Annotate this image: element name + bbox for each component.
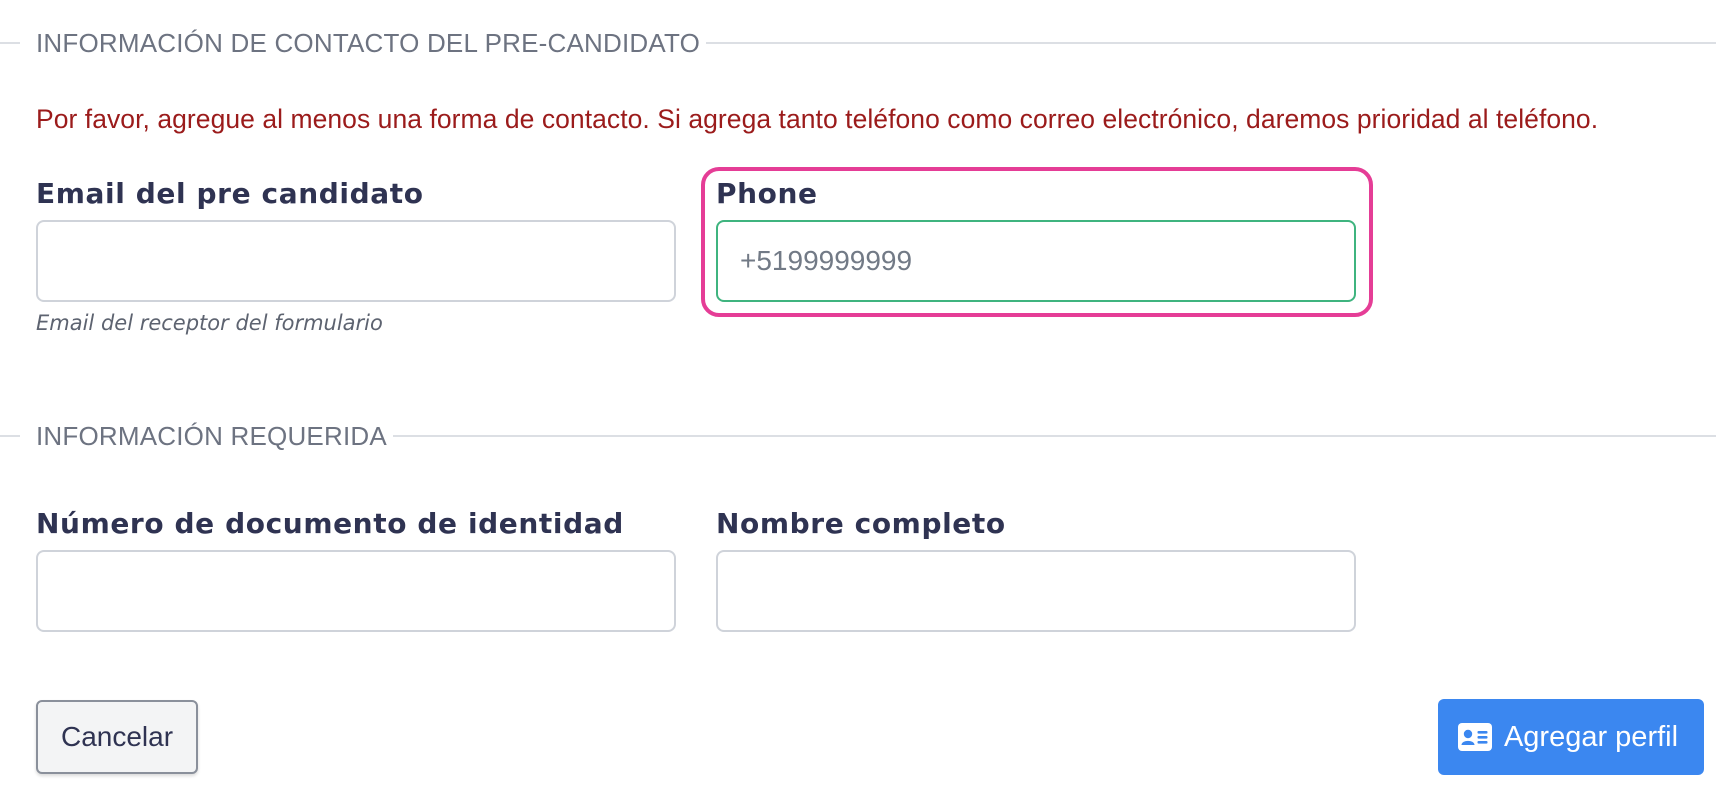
contact-section-header: INFORMACIÓN DE CONTACTO DEL PRE-CANDIDAT… [0, 22, 1716, 62]
divider-right [393, 435, 1716, 437]
cancel-button[interactable]: Cancelar [36, 700, 198, 774]
required-section-header: INFORMACIÓN REQUERIDA [0, 415, 1716, 455]
email-input[interactable] [36, 220, 676, 302]
id-card-icon [1457, 723, 1492, 751]
add-profile-label: Agregar perfil [1503, 720, 1679, 753]
contact-notice: Por favor, agregue al menos una forma de… [36, 104, 1599, 134]
document-label: Número de documento de identidad [36, 507, 624, 540]
email-label: Email del pre candidato [36, 177, 424, 210]
phone-label: Phone [716, 177, 818, 210]
phone-input[interactable] [716, 220, 1356, 302]
full-name-input[interactable] [716, 550, 1356, 632]
required-section-title: INFORMACIÓN REQUERIDA [36, 421, 387, 451]
add-profile-button[interactable]: Agregar perfil [1438, 699, 1704, 775]
divider-left [0, 435, 20, 437]
full-name-label: Nombre completo [716, 507, 1006, 540]
document-input[interactable] [36, 550, 676, 632]
email-hint: Email del receptor del formulario [36, 311, 383, 335]
divider-right [706, 42, 1716, 44]
contact-section-title: INFORMACIÓN DE CONTACTO DEL PRE-CANDIDAT… [36, 28, 701, 58]
divider-left [0, 42, 20, 44]
